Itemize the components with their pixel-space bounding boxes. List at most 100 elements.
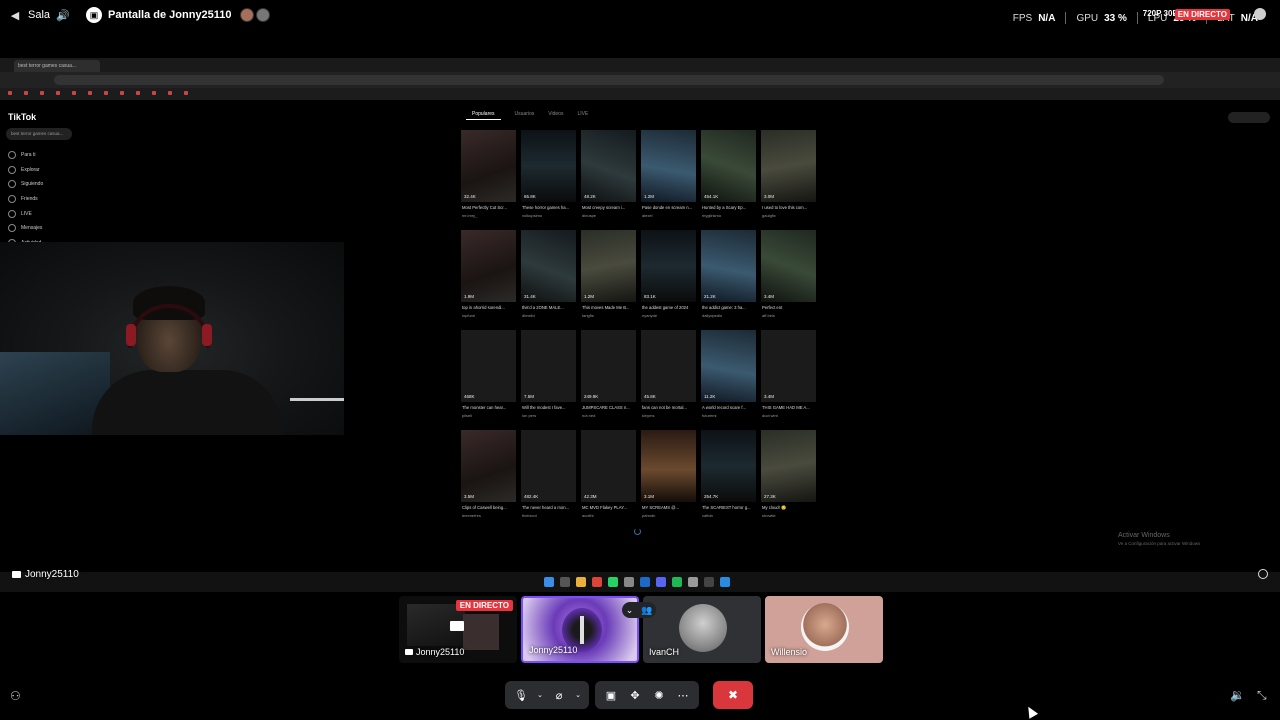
shared-screen[interactable]: best terror games casua... TikTok best t… — [0, 58, 1280, 592]
video-thumbnail[interactable]: 3.1M — [641, 430, 696, 502]
video-author[interactable]: duct wint — [762, 413, 816, 418]
screen-share-button[interactable]: ▣ — [601, 685, 621, 705]
video-card[interactable]: 1.2M This moves Made Me B... fangfis — [581, 230, 636, 330]
video-thumbnail[interactable]: 1.9M — [461, 230, 516, 302]
participant-tile[interactable]: IvanCH — [643, 596, 761, 663]
video-author[interactable]: gaulgfix — [762, 213, 816, 218]
video-card[interactable]: 3.4M Perfect ent aff.beis — [761, 230, 816, 330]
microphone-icon[interactable]: 🎙 — [511, 685, 531, 705]
video-author[interactable]: lopfunri — [462, 313, 516, 318]
video-description[interactable]: the addict game: 3 ha... — [702, 305, 756, 310]
tiktok-search[interactable]: best terror games casua... — [6, 128, 72, 140]
video-thumbnail[interactable]: 83.1K — [641, 230, 696, 302]
video-description[interactable]: Most creepy scream i... — [582, 205, 636, 210]
video-card[interactable]: 1.2M Pase donde en scream n... alexel — [641, 130, 696, 230]
tiktok-nav-item[interactable]: Friends — [8, 192, 43, 207]
video-description[interactable]: Will the modest I fave... — [522, 405, 576, 410]
more-icon[interactable]: ⋯ — [673, 685, 693, 705]
video-description[interactable]: JUMPSCARE CLASS n... — [582, 405, 636, 410]
participant-tile[interactable]: Willensio — [765, 596, 883, 663]
video-thumbnail[interactable]: 482.4K — [521, 430, 576, 502]
video-author[interactable]: aculthi — [582, 513, 636, 518]
video-card[interactable]: 31.4K this'd a 2ONE MALE... dimelid — [521, 230, 576, 330]
video-thumbnail[interactable]: 42.3M — [581, 430, 636, 502]
zoom-icon[interactable] — [1258, 569, 1268, 579]
video-author[interactable]: thebroot — [522, 513, 576, 518]
soundboard-icon[interactable]: ✺ — [649, 685, 669, 705]
video-author[interactable]: lemmerhrs — [462, 513, 516, 518]
video-description[interactable]: These horror games ha... — [522, 205, 576, 210]
video-thumbnail[interactable]: 32.4K — [461, 130, 516, 202]
video-card[interactable]: 65.8K These horror games ha... volkupsimo — [521, 130, 576, 230]
video-author[interactable]: kinyms — [642, 413, 696, 418]
browser-tab[interactable]: best terror games casua... — [14, 60, 100, 72]
video-author[interactable]: myglinkmo — [702, 213, 756, 218]
video-thumbnail[interactable]: 3.5M — [461, 430, 516, 502]
video-card[interactable]: 45.8K fans can not be mortal... kinyms — [641, 330, 696, 430]
video-description[interactable]: My cloud! 🙂 — [762, 505, 816, 511]
video-description[interactable]: A world record scare f... — [702, 405, 756, 410]
video-thumbnail[interactable]: 454.1K — [701, 130, 756, 202]
video-description[interactable]: fans can not be mortal... — [642, 405, 696, 410]
tiktok-tab[interactable]: Videos — [548, 111, 563, 120]
tiktok-tab[interactable]: LIVE — [577, 111, 588, 120]
video-card[interactable]: 83.1K the addest game of 2024 nyanyde — [641, 230, 696, 330]
video-author[interactable]: showtie — [762, 513, 816, 518]
camera-off-icon[interactable]: ⌀ — [549, 685, 569, 705]
video-author[interactable]: pahndn — [642, 513, 696, 518]
video-card[interactable]: 3.5M Clips of Caswell being... lemmerhrs — [461, 430, 516, 530]
video-description[interactable]: Clips of Caswell being... — [462, 505, 516, 510]
video-thumbnail[interactable]: 65.8K — [521, 130, 576, 202]
video-description[interactable]: Hunted by a Scary Ep... — [702, 205, 756, 210]
video-description[interactable]: The never heard a mon... — [522, 505, 576, 510]
video-description[interactable]: This moves Made Me B... — [582, 305, 636, 310]
video-card[interactable]: 32.4K Most Perfectly Cut Scr... mr.imry_ — [461, 130, 516, 230]
address-bar[interactable] — [54, 75, 1164, 85]
video-card[interactable]: 7.5M Will the modest I fave... lon pers — [521, 330, 576, 430]
video-card[interactable]: 42.3M MC MVD Flakey PLAY... aculthi — [581, 430, 636, 530]
video-thumbnail[interactable]: 3.0M — [761, 130, 816, 202]
video-author[interactable]: fangfis — [582, 313, 636, 318]
tiktok-nav-item[interactable]: Mensajes — [8, 221, 43, 236]
tiktok-nav-item[interactable]: Siguiendo — [8, 177, 43, 192]
video-author[interactable]: caftdn — [702, 513, 756, 518]
tiktok-nav-item[interactable]: LIVE — [8, 206, 43, 221]
tiktok-tab[interactable]: Usuarios — [515, 111, 535, 120]
video-author[interactable]: aff.beis — [762, 313, 816, 318]
video-card[interactable]: 3.1M MY SCREAMS @... pahndn — [641, 430, 696, 530]
volume-icon[interactable]: 🔉 — [1230, 688, 1245, 702]
video-description[interactable]: the addest game of 2024 — [642, 305, 696, 310]
video-thumbnail[interactable]: 31.4K — [521, 230, 576, 302]
video-description[interactable]: Perfect ent — [762, 305, 816, 310]
video-thumbnail[interactable]: 21.2K — [701, 230, 756, 302]
tiktok-top-actions[interactable] — [1228, 112, 1270, 123]
video-card[interactable]: 249.9K JUMPSCARE CLASS n... n/a ned — [581, 330, 636, 430]
video-author[interactable]: dallydpedio — [702, 313, 756, 318]
video-description[interactable]: top in ahorrid sorendi... — [462, 305, 516, 310]
video-description[interactable]: The monster can hear... — [462, 405, 516, 410]
video-thumbnail[interactable]: 1.2M — [641, 130, 696, 202]
video-card[interactable]: 254.7K The SCARIEST horror g... caftdn — [701, 430, 756, 530]
video-card[interactable]: 48.2K Most creepy scream i... dinospe — [581, 130, 636, 230]
tiktok-logo[interactable]: TikTok — [8, 112, 36, 122]
video-author[interactable]: mr.imry_ — [462, 213, 516, 218]
chevron-down-icon[interactable]: ⌄ — [535, 685, 545, 705]
video-card[interactable]: 3.4M THIS GAME HAD ME A... duct wint — [761, 330, 816, 430]
video-author[interactable]: pilsell — [462, 413, 516, 418]
video-author[interactable]: dinospe — [582, 213, 636, 218]
video-thumbnail[interactable]: 11.2K — [701, 330, 756, 402]
video-description[interactable]: I used to love this com... — [762, 205, 816, 210]
add-user-icon[interactable]: ⚇ — [10, 689, 21, 703]
activities-icon[interactable]: ✥ — [625, 685, 645, 705]
video-thumbnail[interactable]: 254.7K — [701, 430, 756, 502]
video-author[interactable]: nyanyde — [642, 313, 696, 318]
video-thumbnail[interactable]: 7.5M — [521, 330, 576, 402]
video-card[interactable]: 11.2K A world record scare f... futuremi — [701, 330, 756, 430]
video-card[interactable]: 468K The monster can hear... pilsell — [461, 330, 516, 430]
disconnect-button[interactable]: ✖ — [713, 681, 753, 709]
users-icon[interactable]: 👥 — [641, 605, 652, 616]
video-description[interactable]: MC MVD Flakey PLAY... — [582, 505, 636, 510]
video-card[interactable]: 482.4K The never heard a mon... thebroot — [521, 430, 576, 530]
video-author[interactable]: alexel — [642, 213, 696, 218]
video-author[interactable]: volkupsimo — [522, 213, 576, 218]
